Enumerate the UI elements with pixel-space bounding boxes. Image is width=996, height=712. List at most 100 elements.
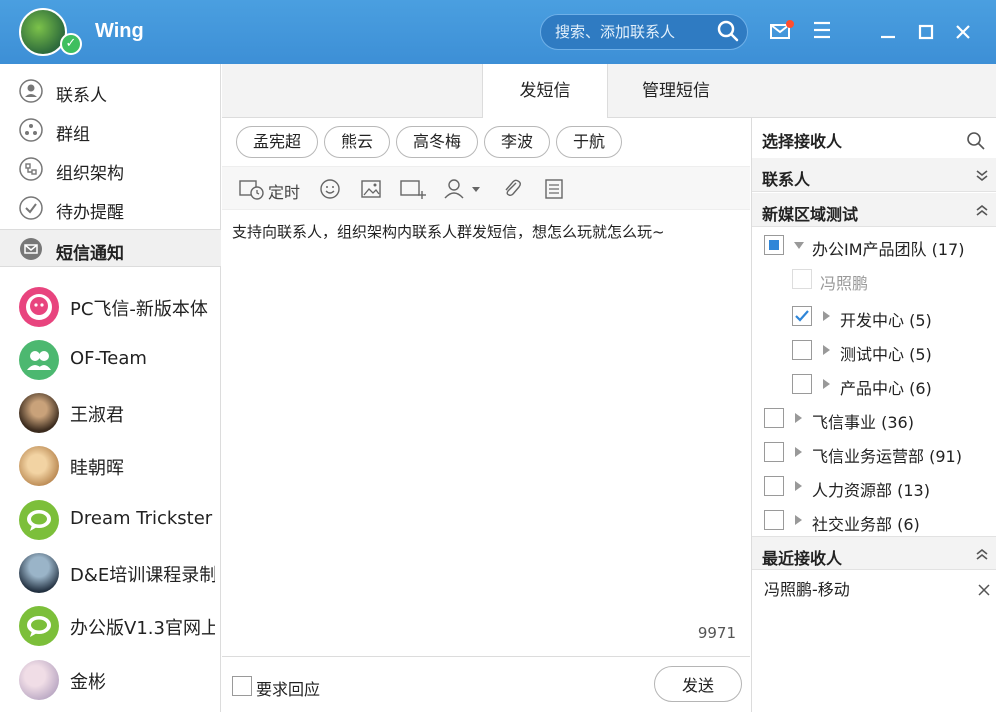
tree-item[interactable]: 飞信事业 (36) [752, 401, 996, 435]
tree-checkbox[interactable] [764, 442, 784, 462]
chat-item[interactable]: 金彬 [0, 654, 221, 707]
mention-contact-icon[interactable] [442, 177, 482, 201]
tree-item-label: 社交业务部 (6) [812, 515, 920, 534]
tree-item[interactable]: 人力资源部 (13) [752, 469, 996, 503]
avatar [19, 393, 59, 433]
caret-right-icon[interactable] [822, 345, 832, 355]
nav-item-todo[interactable]: 待办提醒 [0, 189, 221, 227]
chat-item-label: OF-Team [70, 348, 147, 369]
attachment-icon[interactable] [500, 177, 524, 201]
image-icon[interactable] [359, 177, 383, 201]
chat-item[interactable]: Dream Trickster [0, 494, 221, 547]
org-icon [19, 157, 43, 181]
tab-manage-sms[interactable]: 管理短信 [608, 64, 744, 118]
chat-item[interactable]: 王淑君 [0, 387, 221, 440]
send-button[interactable]: 发送 [654, 666, 742, 702]
tree-checkbox-disabled [792, 269, 812, 289]
chevron-up-icon[interactable] [975, 547, 989, 561]
checkmark-icon [795, 310, 809, 322]
chat-item[interactable]: PC飞信-新版本体 [0, 281, 221, 334]
recent-recipient-item[interactable]: 冯照鹏-移动 [752, 572, 996, 606]
avatar [19, 287, 59, 327]
chat-item[interactable]: D&E培训课程录制 [0, 547, 221, 600]
tree-item[interactable]: 飞信业务运营部 (91) [752, 435, 996, 469]
caret-right-icon[interactable] [794, 481, 804, 491]
chevron-down-icon[interactable] [975, 168, 989, 182]
minimize-icon[interactable] [878, 22, 898, 42]
avatar [19, 606, 59, 646]
tree-checkbox[interactable] [764, 476, 784, 496]
search-icon[interactable] [716, 19, 740, 43]
section-contacts[interactable]: 联系人 [752, 158, 996, 192]
caret-right-icon[interactable] [794, 413, 804, 423]
sms-icon [20, 238, 42, 260]
caret-right-icon[interactable] [794, 515, 804, 525]
nav-item-label: 组织架构 [56, 164, 124, 184]
require-reply-checkbox[interactable] [232, 676, 252, 696]
tree-checkbox[interactable] [764, 510, 784, 530]
sms-compose-panel: 发短信 管理短信 孟宪超 熊云 高冬梅 李波 于航 定时 支持向联系人，组织架构… [222, 64, 996, 712]
caret-down-icon[interactable] [794, 241, 804, 251]
chat-item[interactable]: 眭朝晖 [0, 440, 221, 493]
user-avatar[interactable] [19, 8, 67, 56]
tree-item[interactable]: 社交业务部 (6) [752, 503, 996, 537]
tree-item-label: 冯照鹏 [820, 274, 869, 293]
tree-item[interactable]: 开发中心 (5) [752, 299, 996, 333]
tree-item[interactable]: 办公IM产品团队 (17) [752, 228, 996, 262]
require-reply-label[interactable]: 要求回应 [256, 676, 320, 700]
tree-item-label: 测试中心 (5) [840, 345, 932, 364]
tab-send-sms[interactable]: 发短信 [482, 64, 608, 119]
chat-item-label: D&E培训课程录制 [70, 565, 215, 586]
tree-checkbox-checked[interactable] [792, 306, 812, 326]
tree-checkbox[interactable] [764, 408, 784, 428]
tree-checkbox-partial[interactable] [764, 235, 784, 255]
char-counter: 9971 [697, 624, 736, 642]
nav-item-org[interactable]: 组织架构 [0, 150, 221, 188]
section-org[interactable]: 新媒区域测试 [752, 193, 996, 227]
nav-item-groups[interactable]: 群组 [0, 111, 221, 149]
title-bar: ✓ Wing [0, 0, 996, 64]
avatar [19, 446, 59, 486]
recipient-chip[interactable]: 于航 [556, 126, 622, 158]
recipient-chip[interactable]: 熊云 [324, 126, 390, 158]
chat-item-label: Dream Trickster [70, 508, 213, 529]
caret-right-icon[interactable] [822, 311, 832, 321]
tree-item[interactable]: 产品中心 (6) [752, 367, 996, 401]
timer-label[interactable]: 定时 [268, 179, 300, 203]
tree-checkbox[interactable] [792, 340, 812, 360]
avatar [19, 660, 59, 700]
timer-icon[interactable] [238, 177, 266, 201]
emoji-icon[interactable] [318, 177, 342, 201]
recipient-chip[interactable]: 高冬梅 [396, 126, 478, 158]
message-textarea[interactable]: 支持向联系人，组织架构内联系人群发短信，想怎么玩就怎么玩~ [232, 222, 740, 242]
tree-item[interactable]: 冯照鹏 [752, 262, 996, 296]
tab-bar: 发短信 管理短信 [222, 64, 996, 119]
nav-item-label: 群组 [56, 125, 90, 145]
chat-item[interactable]: OF-Team [0, 334, 221, 387]
nav-item-sms[interactable]: 短信通知 [0, 229, 221, 267]
close-icon[interactable] [953, 22, 973, 42]
todo-icon [19, 196, 43, 220]
chat-bubble-icon [27, 616, 51, 637]
nav-item-contacts[interactable]: 联系人 [0, 72, 221, 110]
tree-checkbox[interactable] [792, 374, 812, 394]
recipient-chip[interactable]: 孟宪超 [236, 126, 318, 158]
caret-right-icon[interactable] [822, 379, 832, 389]
search-icon[interactable] [966, 131, 986, 151]
tree-item[interactable]: 测试中心 (5) [752, 333, 996, 367]
caret-right-icon[interactable] [794, 447, 804, 457]
contact-icon [19, 79, 43, 103]
chevron-up-icon[interactable] [975, 203, 989, 217]
maximize-icon[interactable] [916, 22, 936, 42]
recipient-chip[interactable]: 李波 [484, 126, 550, 158]
search-input[interactable] [555, 21, 715, 43]
screenshot-icon[interactable] [399, 177, 427, 201]
remove-icon[interactable] [978, 584, 990, 596]
chat-item[interactable]: 办公版V1.3官网上 [0, 600, 221, 653]
tree-item-label: 开发中心 (5) [840, 311, 932, 330]
message-center-icon[interactable] [770, 20, 794, 42]
chat-bubble-icon [27, 510, 51, 531]
template-icon[interactable] [542, 177, 566, 201]
section-recent[interactable]: 最近接收人 [752, 536, 996, 570]
main-menu-icon[interactable] [812, 20, 832, 40]
